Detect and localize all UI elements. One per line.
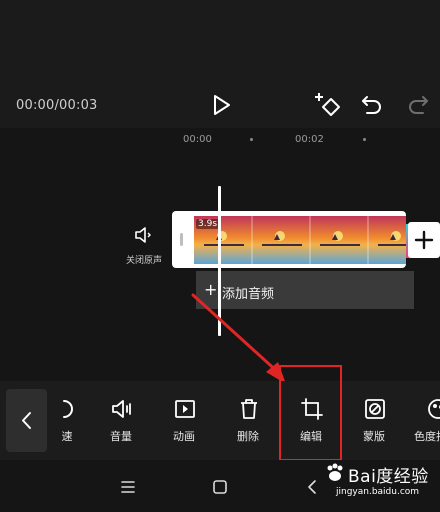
plus-icon: +: [204, 280, 218, 299]
redo-icon: [409, 96, 428, 114]
plus-icon: [414, 230, 434, 250]
animation-icon: [175, 400, 195, 418]
tool-animation[interactable]: 动画: [159, 395, 209, 445]
keyframe-add-icon: [315, 93, 340, 116]
annotation-highlight-box: [279, 365, 342, 461]
mask-icon: [365, 399, 385, 419]
undo-icon: [362, 96, 381, 114]
add-audio-button[interactable]: + 添加音频: [196, 271, 414, 309]
undo-button[interactable]: [360, 94, 384, 116]
mute-label: 关闭原声: [125, 256, 162, 266]
nav-menu-button[interactable]: [119, 478, 137, 496]
clip-thumbnails: [194, 216, 406, 264]
nav-home-button[interactable]: [211, 478, 229, 496]
playhead[interactable]: [218, 186, 221, 336]
ruler-tick: [363, 138, 366, 141]
ruler-label-1: 00:02: [295, 134, 324, 145]
tool-volume[interactable]: 音量: [96, 395, 146, 445]
sunset-thumbnail: [194, 216, 406, 264]
clip-trim-handle[interactable]: [180, 233, 183, 246]
nav-back-button[interactable]: [303, 478, 321, 496]
play-button[interactable]: [209, 93, 233, 117]
speed-icon: [63, 400, 73, 418]
add-clip-button[interactable]: [408, 222, 440, 258]
tool-label: 删除: [237, 430, 259, 443]
tool-delete[interactable]: 删除: [223, 395, 273, 445]
watermark-url: jingyan.baidu.com: [336, 487, 420, 497]
tool-label: 速: [61, 430, 73, 443]
ruler-label-0: 00:00: [183, 134, 212, 145]
chroma-icon: [428, 399, 440, 419]
tool-label: 音量: [110, 430, 132, 443]
volume-icon: [112, 400, 131, 418]
clip-duration: 3.9s: [196, 219, 220, 229]
redo-button[interactable]: [406, 94, 430, 116]
back-arrow-icon: [308, 480, 316, 494]
trash-icon: [241, 399, 257, 419]
ruler-tick: [250, 138, 253, 141]
add-audio-label: 添加音频: [222, 287, 275, 302]
play-icon: [214, 95, 230, 115]
tool-speed[interactable]: 速: [40, 395, 90, 445]
tool-label: 动画: [173, 430, 195, 443]
baidu-jingyan-watermark: Bai度经验 jingyan.baidu.com: [322, 458, 440, 510]
tool-label: 蒙版: [363, 430, 385, 443]
tool-label: 色度抠图: [414, 430, 440, 443]
watermark-text: Bai度经验: [348, 467, 429, 487]
tool-mask[interactable]: 蒙版: [349, 395, 399, 445]
tool-chroma-key[interactable]: 色度抠图: [412, 395, 440, 445]
video-clip[interactable]: 3.9s: [172, 211, 406, 268]
home-icon: [213, 480, 227, 494]
keyframe-button[interactable]: [313, 91, 343, 119]
time-readout: 00:00/00:03: [16, 98, 98, 113]
mute-original-button[interactable]: 关闭原声: [120, 222, 168, 266]
paw-logo-icon: [327, 463, 343, 481]
speaker-icon: [135, 227, 151, 243]
menu-icon: [121, 481, 135, 493]
